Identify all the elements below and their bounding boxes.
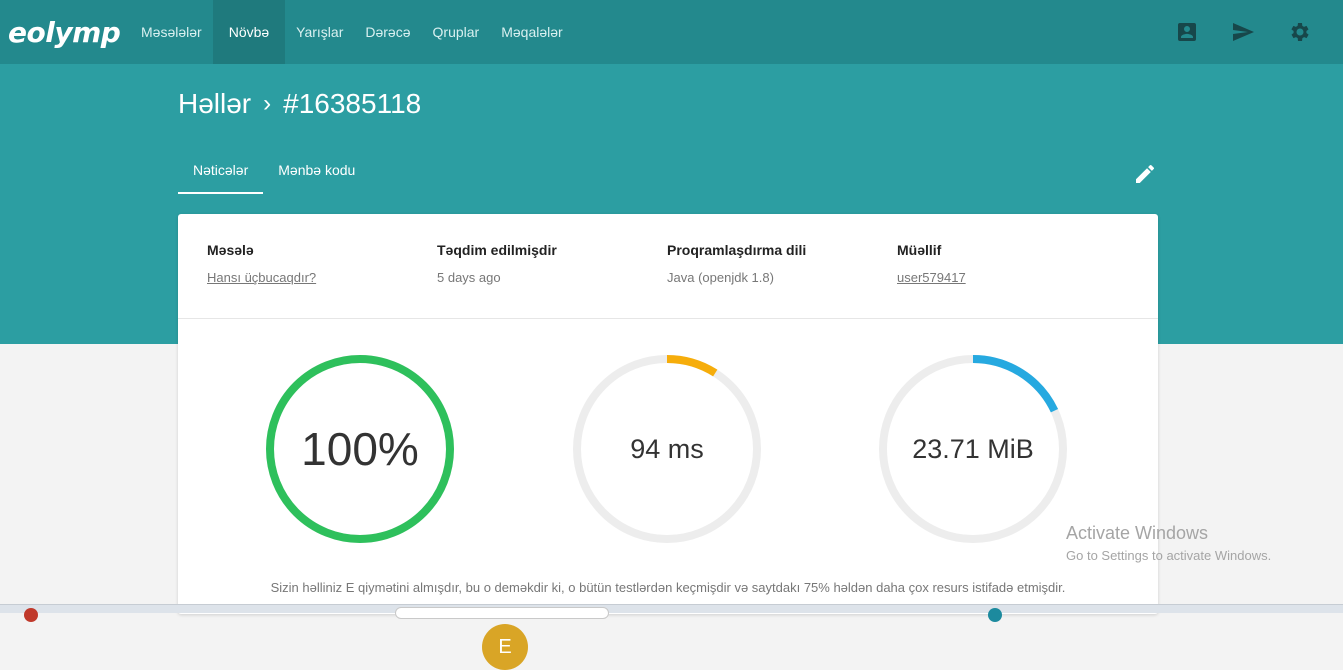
site-logo[interactable]: eolymp xyxy=(8,16,130,49)
nav-actions xyxy=(1175,0,1343,64)
meta-author: Müəllif user579417 xyxy=(897,242,966,285)
taskbar-app-icon[interactable] xyxy=(988,608,1002,622)
watermark-title: Activate Windows xyxy=(1066,523,1209,543)
submission-meta: Məsələ Hansı üçbucaqdır? Təqdim edilmişd… xyxy=(178,214,1158,319)
meta-problem-label: Məsələ xyxy=(207,242,254,258)
nav-item-rating[interactable]: Dərəcə xyxy=(354,0,421,64)
taskbar-search-box[interactable] xyxy=(395,607,609,619)
breadcrumb: Həllər › #16385118 xyxy=(178,88,421,120)
breadcrumb-separator-icon: › xyxy=(263,90,272,117)
breadcrumb-current: #16385118 xyxy=(283,88,422,119)
meta-author-label: Müəllif xyxy=(897,242,942,258)
grade-badge: E xyxy=(482,624,528,670)
nav-item-queue[interactable]: Növbə xyxy=(212,0,286,64)
nav-menu: Məsələlər Növbə Yarışlar Dərəcə Qruplar … xyxy=(130,0,574,64)
send-icon[interactable] xyxy=(1231,20,1255,44)
watermark-subtitle: Go to Settings to activate Windows. xyxy=(1066,548,1272,563)
meta-submitted: Təqdim edilmişdir 5 days ago xyxy=(437,242,557,285)
nav-item-problems[interactable]: Məsələlər xyxy=(130,0,213,64)
submission-card: Məsələ Hansı üçbucaqdır? Təqdim edilmişd… xyxy=(178,214,1158,670)
time-value: 94 ms xyxy=(630,433,704,464)
language-value: Java (openjdk 1.8) xyxy=(667,270,774,285)
memory-gauge: 23.71 MiB xyxy=(873,349,1073,549)
score-value: 100% xyxy=(301,423,419,475)
score-gauge: 100% E xyxy=(260,349,528,670)
meta-language-label: Proqramlaşdırma dili xyxy=(667,242,807,258)
breadcrumb-parent[interactable]: Həllər xyxy=(178,88,251,120)
submitted-time: 5 days ago xyxy=(437,270,501,285)
time-gauge: 94 ms xyxy=(567,349,767,549)
meta-problem: Məsələ Hansı üçbucaqdır? xyxy=(207,242,316,285)
edit-icon[interactable] xyxy=(1133,162,1157,186)
top-navbar: eolymp Məsələlər Növbə Yarışlar Dərəcə Q… xyxy=(0,0,1343,64)
result-summary: Sizin həlliniz E qiymətini almışdır, bu … xyxy=(270,580,1066,595)
meta-submitted-label: Təqdim edilmişdir xyxy=(437,242,557,258)
tab-results[interactable]: Nəticələr xyxy=(178,150,264,194)
windows-activation-watermark: Activate Windows Go to Settings to activ… xyxy=(1066,523,1271,563)
meta-language: Proqramlaşdırma dili Java (openjdk 1.8) xyxy=(667,242,806,285)
result-tabs: Nəticələr Mənbə kodu xyxy=(178,150,370,194)
author-link[interactable]: user579417 xyxy=(897,270,966,285)
problem-link[interactable]: Hansı üçbucaqdır? xyxy=(207,270,316,285)
settings-icon[interactable] xyxy=(1287,20,1311,44)
tab-source-code[interactable]: Mənbə kodu xyxy=(263,150,370,194)
taskbar-app-icon[interactable] xyxy=(24,608,38,622)
nav-item-contests[interactable]: Yarışlar xyxy=(285,0,354,64)
account-box-icon[interactable] xyxy=(1175,20,1199,44)
nav-item-groups[interactable]: Qruplar xyxy=(422,0,491,64)
nav-item-articles[interactable]: Məqalələr xyxy=(490,0,573,64)
memory-value: 23.71 MiB xyxy=(912,433,1034,464)
